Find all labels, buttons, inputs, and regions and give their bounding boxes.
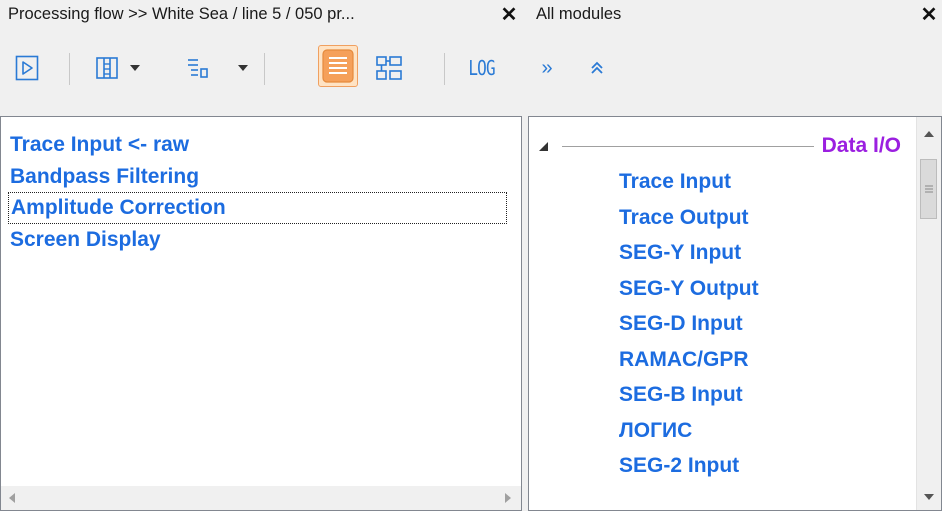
levels-button[interactable] (182, 52, 212, 84)
log-label: LOG (468, 56, 496, 80)
module-item[interactable]: SEG-Y Output (619, 271, 759, 307)
modules-panel: All modules ✕ » Data I/O Trace Input Tra… (528, 0, 942, 511)
horizontal-scrollbar[interactable] (1, 486, 521, 510)
modules-panel-close-button[interactable]: ✕ (916, 2, 942, 27)
run-icon (15, 55, 39, 81)
list-view-button[interactable] (318, 45, 358, 87)
frames-dropdown-button[interactable] (126, 52, 144, 84)
group-row-data-io[interactable]: Data I/O (539, 131, 901, 161)
double-chevron-up-icon (591, 61, 603, 74)
flow-panel-close-button[interactable]: ✕ (496, 2, 522, 27)
vertical-scrollbar[interactable] (916, 117, 941, 510)
grip-icon (925, 185, 933, 193)
dropdown-arrow-icon (238, 65, 248, 71)
log-button[interactable]: LOG (458, 52, 506, 84)
group-label: Data I/O (821, 134, 901, 157)
flow-toolbar: LOG (0, 40, 522, 96)
modules-toolbar: » (528, 40, 942, 96)
scroll-right-icon[interactable] (505, 493, 511, 503)
module-item[interactable]: ЛОГИС (619, 413, 759, 449)
expand-all-button[interactable]: » (532, 52, 562, 84)
flow-panel-title: Processing flow >> White Sea / line 5 / … (8, 5, 355, 23)
processing-flow-panel: Processing flow >> White Sea / line 5 / … (0, 0, 522, 511)
toolbar-separator (264, 53, 265, 85)
modules-panel-title: All modules (536, 5, 622, 23)
scroll-left-icon[interactable] (9, 493, 15, 503)
flow-item[interactable]: Bandpass Filtering (8, 161, 507, 193)
group-divider (562, 145, 814, 147)
frames-button[interactable] (92, 52, 122, 84)
module-item[interactable]: SEG-D Input (619, 306, 759, 342)
list-view-icon (322, 49, 354, 83)
run-button[interactable] (12, 52, 42, 84)
modules-panel-titlebar: All modules ✕ (528, 0, 942, 29)
scroll-down-icon[interactable] (924, 494, 934, 500)
dropdown-arrow-icon (130, 65, 140, 71)
tree-view-icon (376, 56, 402, 80)
collapse-all-button[interactable] (582, 52, 612, 84)
flow-panel-titlebar: Processing flow >> White Sea / line 5 / … (0, 0, 522, 29)
toolbar-separator (444, 53, 445, 85)
expander-icon[interactable] (539, 141, 548, 151)
module-item[interactable]: SEG-2 Input (619, 448, 759, 484)
module-item[interactable]: RAMAC/GPR (619, 342, 759, 378)
module-list: Trace Input Trace Output SEG-Y Input SEG… (619, 164, 759, 484)
flow-item-selected[interactable]: Amplitude Correction (8, 192, 507, 224)
tree-view-button[interactable] (373, 52, 405, 84)
flow-item[interactable]: Screen Display (8, 224, 507, 256)
frames-icon (96, 57, 118, 79)
module-item[interactable]: Trace Input (619, 164, 759, 200)
scroll-up-icon[interactable] (924, 131, 934, 137)
levels-icon (188, 59, 208, 78)
scrollbar-thumb[interactable] (920, 159, 937, 219)
flow-list: Trace Input <- raw Bandpass Filtering Am… (8, 129, 507, 255)
flow-list-area: Trace Input <- raw Bandpass Filtering Am… (0, 116, 522, 511)
levels-dropdown-button[interactable] (234, 52, 252, 84)
module-item[interactable]: Trace Output (619, 200, 759, 236)
toolbar-separator (69, 53, 70, 85)
module-item[interactable]: SEG-B Input (619, 377, 759, 413)
flow-item[interactable]: Trace Input <- raw (8, 129, 507, 161)
module-item[interactable]: SEG-Y Input (619, 235, 759, 271)
modules-tree-area: Data I/O Trace Input Trace Output SEG-Y … (528, 116, 942, 511)
